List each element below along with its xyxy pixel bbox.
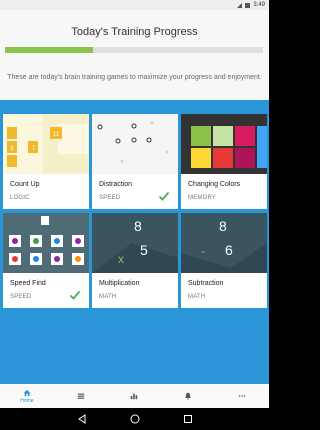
game-card-subtraction[interactable]: 8 6 - Subtraction MATH: [181, 213, 267, 308]
game-name: Count Up: [10, 181, 40, 188]
recents-icon[interactable]: [183, 414, 193, 424]
status-bar: 3:49: [0, 0, 269, 10]
subtraction-sign: -: [201, 244, 205, 258]
multiplication-digit-8: 8: [134, 218, 142, 234]
game-card-changing-colors[interactable]: Changing Colors MEMORY: [181, 114, 267, 209]
game-category: MATH: [188, 294, 206, 300]
home-icon: [23, 389, 31, 396]
nav-more[interactable]: [222, 392, 262, 400]
list-icon: [77, 393, 84, 399]
more-icon: [238, 395, 246, 397]
game-name: Distraction: [99, 181, 133, 188]
game-name: Changing Colors: [188, 181, 241, 188]
system-nav-bar: [0, 408, 269, 430]
progress-fill: [5, 47, 93, 53]
completed-check-icon: [69, 290, 81, 300]
multiplication-art: 8 5 x: [92, 213, 178, 273]
game-card-speed-find[interactable]: Speed Find SPEED: [3, 213, 89, 308]
game-card-count-up[interactable]: 7 11 3 Count Up LOGIC: [3, 114, 89, 209]
bar-chart-icon: [131, 393, 138, 400]
app-screen: Today's Training Progress These are toda…: [0, 10, 269, 406]
header: Today's Training Progress These are toda…: [0, 10, 269, 100]
game-name: Subtraction: [188, 280, 224, 287]
speed-find-art: [3, 213, 89, 273]
status-time: 3:49: [253, 2, 265, 8]
home-circle-icon[interactable]: [130, 414, 140, 424]
nav-list[interactable]: [61, 392, 101, 400]
bottom-nav: Home: [0, 384, 269, 408]
game-category: SPEED: [10, 294, 32, 300]
distraction-art: [92, 114, 178, 174]
count-up-tile-11: 11: [53, 132, 60, 138]
multiplication-sign: x: [118, 252, 124, 266]
nav-stats[interactable]: [114, 392, 154, 400]
game-category: MATH: [99, 294, 117, 300]
game-category: LOGIC: [10, 195, 30, 201]
bell-icon: [185, 392, 192, 400]
count-up-art: 7 11 3: [3, 114, 89, 174]
subtraction-art: 8 6 -: [181, 213, 267, 273]
battery-icon: [245, 2, 251, 8]
nav-home[interactable]: Home: [7, 389, 47, 404]
nav-home-label: Home: [20, 397, 34, 404]
subtraction-digit-8: 8: [219, 218, 227, 234]
game-card-multiplication[interactable]: 8 5 x Multiplication MATH: [92, 213, 178, 308]
multiplication-digit-5: 5: [140, 242, 148, 258]
subtraction-digit-6: 6: [225, 242, 233, 258]
changing-colors-art: [181, 114, 267, 174]
game-name: Multiplication: [99, 280, 140, 287]
completed-check-icon: [158, 191, 170, 201]
signal-icon: [237, 2, 243, 8]
nav-notifications[interactable]: [168, 392, 208, 400]
back-icon[interactable]: [77, 414, 87, 424]
game-category: SPEED: [99, 195, 121, 201]
game-category: MEMORY: [188, 195, 217, 201]
game-name: Speed Find: [10, 280, 46, 287]
page-subtitle: These are today's brain training games t…: [7, 74, 262, 81]
progress-bar: [5, 47, 263, 53]
game-card-distraction[interactable]: Distraction SPEED: [92, 114, 178, 209]
page-title: Today's Training Progress: [71, 26, 198, 38]
